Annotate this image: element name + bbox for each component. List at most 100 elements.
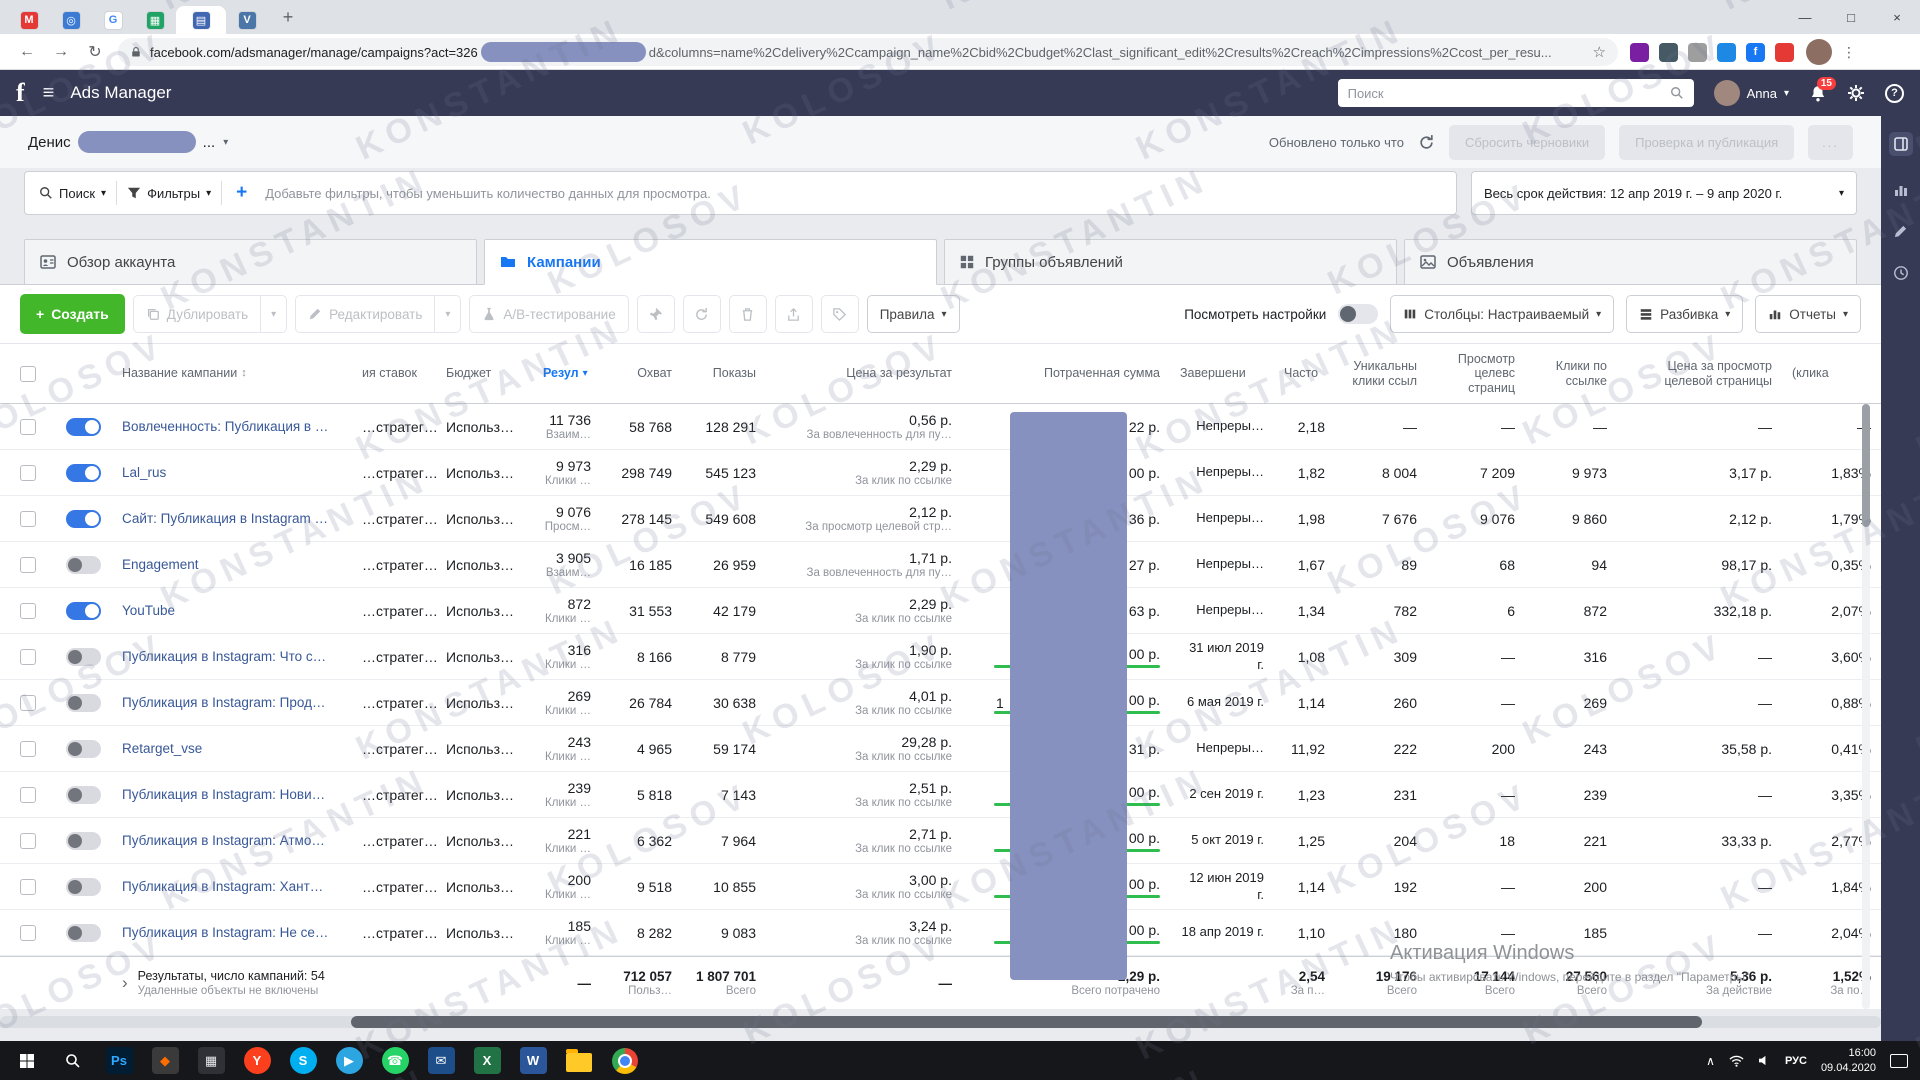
- delete-button[interactable]: [728, 295, 767, 333]
- rail-panel-button[interactable]: [1888, 132, 1913, 156]
- bookmark-star-icon[interactable]: ☆: [1593, 43, 1606, 61]
- select-all-checkbox[interactable]: [20, 365, 36, 382]
- campaign-toggle[interactable]: [66, 463, 101, 482]
- edit-dropdown[interactable]: ▾: [435, 295, 462, 333]
- scrollbar-thumb[interactable]: [1862, 404, 1870, 527]
- reports-button[interactable]: Отчеты ▾: [1755, 295, 1861, 333]
- campaign-toggle[interactable]: [66, 601, 101, 620]
- table-row[interactable]: YouTube …стратег… Использ… 872 Клики … 31…: [0, 588, 1881, 634]
- campaign-toggle[interactable]: [66, 739, 101, 758]
- word-icon[interactable]: W: [510, 1041, 556, 1080]
- header-ends[interactable]: Завершени: [1170, 344, 1274, 403]
- mail-tab[interactable]: M: [8, 6, 50, 34]
- tab-ads[interactable]: Объявления: [1404, 239, 1857, 285]
- mail-app-icon[interactable]: ✉: [418, 1041, 464, 1080]
- header-unique-link-clicks[interactable]: Уникальны клики ссыл: [1335, 344, 1427, 403]
- campaign-toggle[interactable]: [66, 417, 101, 436]
- calculator-icon[interactable]: ▦: [188, 1041, 234, 1080]
- window-minimize-button[interactable]: —: [1782, 0, 1828, 34]
- table-vertical-scrollbar[interactable]: [1862, 404, 1870, 1009]
- row-checkbox[interactable]: [20, 648, 36, 665]
- excel-icon[interactable]: X: [464, 1041, 510, 1080]
- campaign-toggle[interactable]: [66, 647, 101, 666]
- ab-test-button[interactable]: А/В-тестирование: [469, 295, 629, 333]
- whatsapp-icon[interactable]: ☎: [372, 1041, 418, 1080]
- header-campaign-name[interactable]: Название кампании ↕: [112, 344, 352, 403]
- action-center-icon[interactable]: [1890, 1053, 1908, 1068]
- sheets-tab[interactable]: ▦: [134, 6, 176, 34]
- campaign-name-link[interactable]: Публикация в Instagram: Прод…: [122, 695, 325, 710]
- header-reach[interactable]: Охват: [601, 344, 682, 403]
- campaign-toggle[interactable]: [66, 555, 101, 574]
- browser-profile-avatar[interactable]: [1806, 39, 1832, 65]
- campaign-name-link[interactable]: YouTube: [122, 603, 175, 618]
- row-checkbox[interactable]: [20, 602, 36, 619]
- ext-icon-5[interactable]: [1775, 42, 1794, 62]
- app-icon-1[interactable]: ◆: [142, 1041, 188, 1080]
- tab-campaigns[interactable]: Кампании: [484, 239, 937, 285]
- header-cost-per-lp-view[interactable]: Цена за просмотр целевой страницы: [1617, 344, 1782, 403]
- scrollbar-thumb[interactable]: [351, 1016, 1702, 1028]
- account-name[interactable]: Денис: [28, 134, 71, 151]
- table-row[interactable]: Публикация в Instagram: Что с… …стратег……: [0, 634, 1881, 680]
- campaign-name-link[interactable]: Retarget_vse: [122, 741, 202, 756]
- row-checkbox[interactable]: [20, 786, 36, 803]
- tray-expand-icon[interactable]: ∧: [1706, 1054, 1715, 1068]
- refresh-button[interactable]: [682, 295, 721, 333]
- row-checkbox[interactable]: [20, 556, 36, 573]
- rules-button[interactable]: Правила ▾: [866, 295, 960, 333]
- tab-account-overview[interactable]: Обзор аккаунта: [24, 239, 477, 285]
- table-row[interactable]: Сайт: Публикация в Instagram … …стратег……: [0, 496, 1881, 542]
- service-tab[interactable]: ◎: [50, 6, 92, 34]
- tag-button[interactable]: [820, 295, 859, 333]
- header-amount-spent[interactable]: Потраченная сумма: [962, 344, 1170, 403]
- header-frequency[interactable]: Часто: [1274, 344, 1335, 403]
- settings-gear-button[interactable]: [1847, 84, 1865, 102]
- network-icon[interactable]: [1729, 1055, 1744, 1067]
- volume-icon[interactable]: [1758, 1055, 1771, 1066]
- new-tab-button[interactable]: +: [274, 3, 302, 31]
- duplicate-button[interactable]: Дублировать: [132, 295, 262, 333]
- taskbar-search-button[interactable]: [50, 1041, 96, 1080]
- campaign-toggle[interactable]: [66, 509, 101, 528]
- add-filter-button[interactable]: +: [232, 182, 251, 204]
- review-publish-button[interactable]: Проверка и публикация: [1619, 124, 1795, 160]
- row-checkbox[interactable]: [20, 464, 36, 481]
- facebook-ext-icon[interactable]: f: [1746, 42, 1765, 62]
- campaign-toggle[interactable]: [66, 785, 101, 804]
- start-button[interactable]: [4, 1041, 50, 1080]
- campaign-name-link[interactable]: Вовлеченность: Публикация в …: [122, 419, 328, 434]
- rail-charts-button[interactable]: [1893, 182, 1909, 198]
- breakdown-button[interactable]: Разбивка ▾: [1626, 295, 1744, 333]
- campaign-toggle[interactable]: [66, 877, 101, 896]
- campaign-name-link[interactable]: Публикация в Instagram: Не се…: [122, 925, 328, 940]
- table-row[interactable]: Lal_rus …стратег… Использ… 9 973 Клики … …: [0, 450, 1881, 496]
- skype-icon[interactable]: S: [280, 1041, 326, 1080]
- table-row[interactable]: Публикация в Instagram: Хант… …стратег… …: [0, 864, 1881, 910]
- campaign-name-link[interactable]: Публикация в Instagram: Хант…: [122, 879, 323, 894]
- row-checkbox[interactable]: [20, 510, 36, 527]
- row-checkbox[interactable]: [20, 878, 36, 895]
- discard-drafts-button[interactable]: Сбросить черновики: [1448, 124, 1606, 160]
- account-chevron-down-icon[interactable]: ▾: [223, 137, 228, 148]
- header-ctr[interactable]: (клика: [1782, 344, 1881, 403]
- campaign-name-link[interactable]: Публикация в Instagram: Атмо…: [122, 833, 325, 848]
- clock[interactable]: 16:00 09.04.2020: [1821, 1046, 1876, 1075]
- row-checkbox[interactable]: [20, 832, 36, 849]
- hamburger-menu-icon[interactable]: ≡: [43, 82, 55, 105]
- expand-summary-chevron[interactable]: ›: [122, 973, 128, 993]
- rail-edit-button[interactable]: [1893, 224, 1908, 239]
- filters-dropdown[interactable]: Фильтры ▾: [127, 186, 211, 201]
- more-options-button[interactable]: ...: [1808, 124, 1853, 160]
- browser-menu-icon[interactable]: ⋮: [1842, 44, 1856, 61]
- row-checkbox[interactable]: [20, 740, 36, 757]
- pin-button[interactable]: [636, 295, 675, 333]
- table-horizontal-scrollbar[interactable]: [0, 1016, 1881, 1028]
- header-bid-strategy[interactable]: ия ставок: [352, 344, 436, 403]
- refresh-icon[interactable]: [1418, 134, 1435, 151]
- notifications-button[interactable]: 15: [1809, 77, 1836, 102]
- create-button[interactable]: + Создать: [20, 294, 125, 334]
- ext-icon-3[interactable]: [1688, 42, 1707, 62]
- forward-button[interactable]: →: [48, 43, 74, 61]
- campaign-name-link[interactable]: Lal_rus: [122, 465, 166, 480]
